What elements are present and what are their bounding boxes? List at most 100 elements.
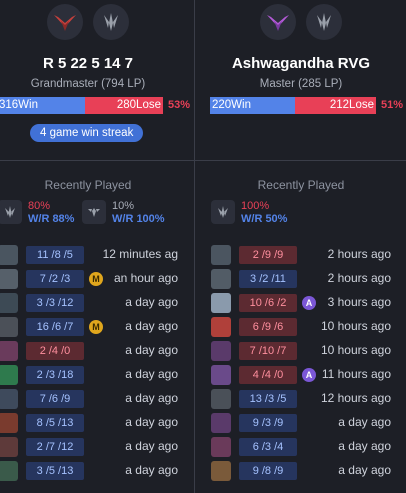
match-badge: A bbox=[302, 368, 316, 382]
champion-avatar bbox=[0, 269, 18, 289]
kda-label: 4 /4 /0 bbox=[239, 366, 297, 384]
champion-avatar bbox=[211, 365, 231, 385]
match-row[interactable]: 6 /9 /6 10 hours ago bbox=[195, 317, 406, 337]
player-profile: Ashwagandha RVG Master (285 LP) 220Win 2… bbox=[195, 0, 406, 161]
champion-avatar bbox=[0, 437, 18, 457]
support-role-icon bbox=[82, 200, 106, 224]
match-row[interactable]: 6 /3 /4 a day ago bbox=[195, 437, 406, 457]
match-row[interactable]: 2 /7 /12 a day ago bbox=[0, 437, 194, 457]
time-ago: a day ago bbox=[125, 343, 178, 357]
time-ago: 12 hours ago bbox=[320, 391, 391, 405]
kda-label: 10 /6 /2 bbox=[239, 294, 297, 312]
time-ago: a day ago bbox=[338, 463, 391, 477]
match-row[interactable]: 9 /8 /9 a day ago bbox=[195, 461, 406, 481]
lose-segment: 280Lose bbox=[85, 97, 163, 114]
emblems bbox=[0, 4, 194, 42]
grandmaster-emblem-icon bbox=[54, 15, 76, 31]
champion-avatar bbox=[211, 389, 231, 409]
time-ago: 2 hours ago bbox=[327, 247, 391, 261]
kda-label: 7 /6 /9 bbox=[26, 390, 84, 408]
match-row[interactable]: 3 /5 /13 a day ago bbox=[0, 461, 194, 481]
kda-label: 3 /2 /11 bbox=[239, 270, 297, 288]
match-row[interactable]: 2 /9 /9 2 hours ago bbox=[195, 245, 406, 265]
jungle-role-icon bbox=[317, 13, 331, 31]
role-stat: 80% W/R 88% bbox=[0, 200, 74, 226]
summoner-name[interactable]: R 5 22 5 14 7 bbox=[0, 55, 194, 72]
time-ago: a day ago bbox=[125, 415, 178, 429]
player-card-right: Ashwagandha RVG Master (285 LP) 220Win 2… bbox=[194, 0, 406, 493]
champion-avatar bbox=[0, 413, 18, 433]
jungle-role-icon bbox=[211, 200, 235, 224]
match-row[interactable]: 2 /3 /18 a day ago bbox=[0, 365, 194, 385]
kda-label: 16 /6 /7 bbox=[26, 318, 84, 336]
kda-label: 3 /5 /13 bbox=[26, 462, 84, 480]
match-row[interactable]: 16 /6 /7 Ma day ago bbox=[0, 317, 194, 337]
role-play-pct: 100% bbox=[241, 200, 270, 212]
match-row[interactable]: 2 /4 /0 a day ago bbox=[0, 341, 194, 361]
match-row[interactable]: 4 /4 /0 A 11 hours ago bbox=[195, 365, 406, 385]
match-row[interactable]: 9 /3 /9 a day ago bbox=[195, 413, 406, 433]
role-stat: 100% W/R 50% bbox=[211, 200, 287, 226]
champion-avatar bbox=[211, 437, 231, 457]
kda-label: 6 /3 /4 bbox=[239, 438, 297, 456]
match-row[interactable]: 3 /2 /11 2 hours ago bbox=[195, 269, 406, 289]
kda-label: 7 /2 /3 bbox=[26, 270, 84, 288]
kda-label: 9 /8 /9 bbox=[239, 462, 297, 480]
recently-played-title: Recently Played bbox=[257, 178, 345, 192]
match-row[interactable]: 11 /8 /5 12 minutes ag bbox=[0, 245, 194, 265]
champion-avatar bbox=[211, 293, 231, 313]
role-stat: 10% W/R 100% bbox=[82, 200, 165, 226]
champion-avatar bbox=[211, 413, 231, 433]
champion-avatar bbox=[0, 341, 18, 361]
champion-avatar bbox=[211, 245, 231, 265]
summoner-name[interactable]: Ashwagandha RVG bbox=[195, 55, 406, 72]
win-loss-bar: 220Win 212Lose bbox=[210, 97, 376, 114]
champion-avatar bbox=[0, 365, 18, 385]
win-streak-badge: 4 game win streak bbox=[30, 124, 144, 142]
time-ago: 10 hours ago bbox=[320, 343, 391, 357]
emblems bbox=[195, 4, 406, 42]
rank-emblem bbox=[260, 4, 296, 40]
match-badge: M bbox=[89, 272, 103, 286]
win-rate: 53% bbox=[168, 99, 191, 111]
kda-label: 7 /10 /7 bbox=[239, 342, 297, 360]
match-row[interactable]: 13 /3 /5 12 hours ago bbox=[195, 389, 406, 409]
role-play-pct: 10% bbox=[112, 200, 135, 212]
match-row[interactable]: 8 /5 /13 a day ago bbox=[0, 413, 194, 433]
champion-avatar bbox=[0, 461, 18, 481]
time-ago: 12 minutes ag bbox=[102, 247, 178, 261]
rank-emblem bbox=[47, 4, 83, 40]
time-ago: 3 hours ago bbox=[327, 295, 391, 309]
kda-label: 2 /4 /0 bbox=[26, 342, 84, 360]
player-card-left: R 5 22 5 14 7 Grandmaster (794 LP) 316Wi… bbox=[0, 0, 194, 493]
champion-avatar bbox=[0, 293, 18, 313]
role-win-rate: W/R 100% bbox=[112, 213, 165, 225]
time-ago: a day ago bbox=[125, 463, 178, 477]
recently-played-title: Recently Played bbox=[44, 178, 132, 192]
rank-label: Grandmaster (794 LP) bbox=[30, 78, 146, 90]
win-loss-bar: 316Win 280Lose bbox=[0, 97, 163, 114]
match-row[interactable]: 7 /10 /7 10 hours ago bbox=[195, 341, 406, 361]
master-emblem-icon bbox=[267, 15, 289, 31]
win-segment: 220Win bbox=[210, 97, 295, 114]
champion-avatar bbox=[211, 341, 231, 361]
time-ago: an hour ago bbox=[113, 271, 178, 285]
time-ago: a day ago bbox=[125, 367, 178, 381]
rank-label: Master (285 LP) bbox=[259, 78, 343, 90]
kda-label: 3 /3 /12 bbox=[26, 294, 84, 312]
win-rate: 51% bbox=[381, 99, 404, 111]
kda-label: 6 /9 /6 bbox=[239, 318, 297, 336]
match-row[interactable]: 3 /3 /12 a day ago bbox=[0, 293, 194, 313]
role-play-pct: 80% bbox=[28, 200, 51, 212]
kda-label: 9 /3 /9 bbox=[239, 414, 297, 432]
match-row[interactable]: 7 /6 /9 a day ago bbox=[0, 389, 194, 409]
champion-avatar bbox=[0, 245, 18, 265]
time-ago: a day ago bbox=[338, 439, 391, 453]
role-win-rate: W/R 50% bbox=[241, 213, 288, 225]
time-ago: 2 hours ago bbox=[327, 271, 391, 285]
kda-label: 13 /3 /5 bbox=[239, 390, 297, 408]
jungle-role-icon bbox=[104, 13, 118, 31]
match-row[interactable]: 10 /6 /2 A 3 hours ago bbox=[195, 293, 406, 313]
time-ago: 10 hours ago bbox=[320, 319, 391, 333]
match-row[interactable]: 7 /2 /3 Man hour ago bbox=[0, 269, 194, 289]
